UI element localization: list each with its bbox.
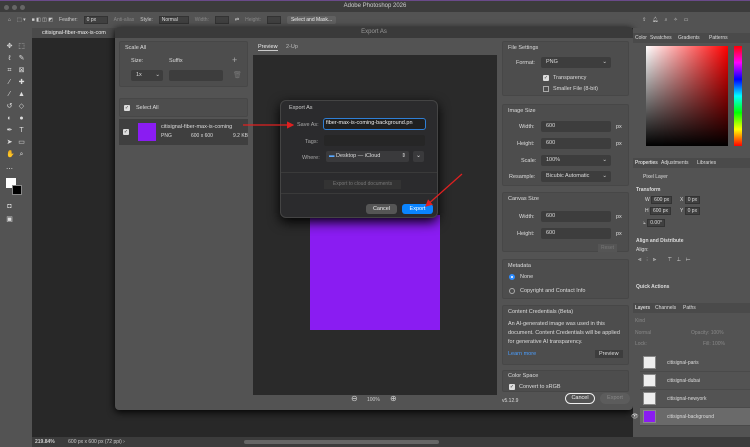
tab-adjustments[interactable]: Adjustments bbox=[661, 160, 689, 166]
tab-patterns[interactable]: Patterns bbox=[709, 35, 728, 41]
tab-color[interactable]: Color bbox=[635, 35, 647, 41]
transform-height[interactable]: 600 px bbox=[650, 207, 671, 215]
align-to-label: Align: bbox=[636, 247, 649, 253]
tab-channels[interactable]: Channels bbox=[655, 305, 676, 311]
layer-item-selected[interactable]: 👁︎citisignal-background bbox=[640, 408, 750, 426]
transform-y[interactable]: 0 px bbox=[685, 207, 700, 215]
layer-thumbnail bbox=[643, 356, 656, 369]
tab-swatches[interactable]: Swatches bbox=[650, 35, 672, 41]
opacity-label: Opacity: bbox=[691, 330, 709, 336]
tab-libraries[interactable]: Libraries bbox=[697, 160, 716, 166]
tab-layers[interactable]: Layers bbox=[635, 305, 650, 311]
align-title: Align and Distribute bbox=[636, 238, 684, 244]
tab-gradients[interactable]: Gradients bbox=[678, 35, 700, 41]
status-bar: 219.84% 600 px x 600 px (72 ppi) › bbox=[32, 437, 750, 447]
layer-filter-kind[interactable]: Kind bbox=[635, 318, 645, 324]
layer-item[interactable]: citisignal-newyork bbox=[640, 390, 750, 408]
fill-input[interactable]: 100% bbox=[712, 341, 725, 347]
lock-label: Lock: bbox=[635, 341, 647, 347]
horizontal-scrollbar[interactable] bbox=[244, 440, 439, 444]
color-picker-field[interactable] bbox=[646, 46, 728, 146]
transform-title: Transform bbox=[636, 187, 660, 193]
align-icons[interactable]: ⫷⫶⫸ ⊤⊥⊢ bbox=[638, 257, 695, 264]
layer-thumbnail bbox=[643, 392, 656, 405]
tab-paths[interactable]: Paths bbox=[683, 305, 696, 311]
hue-slider[interactable] bbox=[734, 46, 742, 146]
color-panel-tabs: Color Swatches Gradients Patterns bbox=[633, 33, 750, 43]
document-info[interactable]: 600 px x 600 px (72 ppi) bbox=[56, 439, 122, 445]
arrow-to-export bbox=[426, 174, 462, 206]
blend-mode-select[interactable]: Normal bbox=[635, 330, 651, 336]
layers-panel-tabs: Layers Channels Paths bbox=[633, 303, 750, 313]
layer-item[interactable]: citisignal-paris bbox=[640, 354, 750, 372]
rotation-input[interactable]: 0.00° bbox=[647, 219, 665, 227]
transform-x[interactable]: 0 px bbox=[685, 196, 700, 204]
visibility-eye-icon[interactable]: 👁︎ bbox=[631, 408, 639, 426]
pixel-layer-label: Pixel Layer bbox=[643, 174, 668, 180]
tab-properties[interactable]: Properties bbox=[635, 160, 658, 166]
quick-actions-title: Quick Actions bbox=[636, 284, 669, 290]
opacity-input[interactable]: 100% bbox=[711, 330, 724, 336]
zoom-readout[interactable]: 219.84% bbox=[32, 439, 55, 445]
layer-thumbnail bbox=[643, 410, 656, 423]
layer-item[interactable]: citisignal-dubai bbox=[640, 372, 750, 390]
fill-label: Fill: bbox=[703, 341, 711, 347]
transform-width[interactable]: 600 px bbox=[651, 196, 672, 204]
properties-panel-tabs: Properties Adjustments Libraries bbox=[633, 158, 750, 168]
layer-thumbnail bbox=[643, 374, 656, 387]
